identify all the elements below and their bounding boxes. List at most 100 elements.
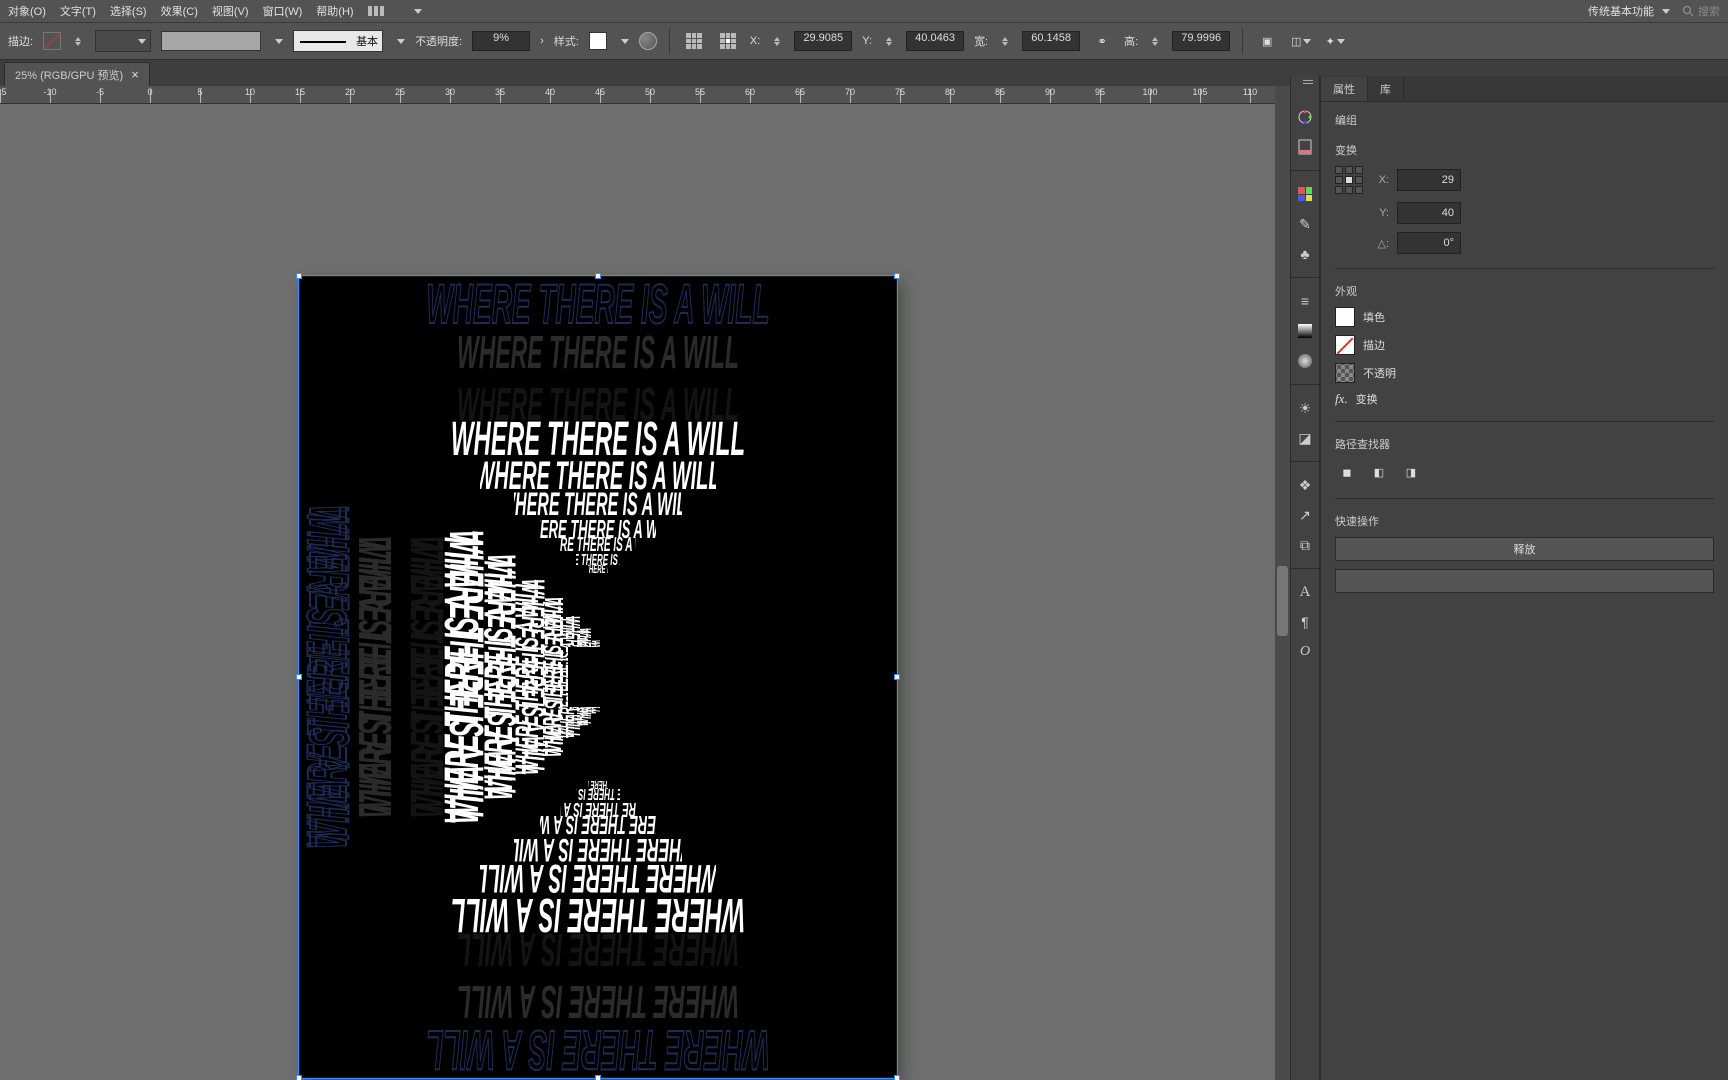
chevron-down-icon[interactable] [621,39,629,44]
fill-swatch[interactable] [1335,307,1355,327]
chevron-down-icon[interactable] [414,9,422,14]
canvas[interactable]: WHERE THERE IS A WILLWHERE THERE IS A WI… [0,104,1290,1080]
brush-definition[interactable]: 基本 [293,30,383,52]
symbols-panel-icon[interactable]: ♣ [1294,242,1316,266]
pathfinder-unite-icon[interactable]: ◼ [1335,460,1359,484]
search-box[interactable]: 搜索 [1682,3,1720,19]
swatches-panel-icon[interactable] [1294,182,1316,206]
opentype-panel-icon[interactable]: O [1294,640,1316,664]
transparency-panel-icon[interactable] [1294,349,1316,373]
stroke-label: 描边 [1363,337,1385,353]
link-wh-icon[interactable]: ⚭ [1090,29,1114,53]
pathfinder-section-title: 路径查找器 [1335,436,1714,452]
document-tab[interactable]: 25% (RGB/GPU 预览) × [4,62,150,86]
menu-type[interactable]: 文字(T) [60,3,96,19]
workspace-label: 传统基本功能 [1588,3,1654,19]
gradient-panel-icon[interactable] [1294,319,1316,343]
chevron-down-icon [138,39,146,44]
opacity-swatch[interactable] [1335,363,1355,383]
menu-window[interactable]: 窗口(W) [263,3,303,19]
paragraph-panel-icon[interactable]: ¶ [1294,610,1316,634]
chevron-down-icon[interactable] [275,39,283,44]
character-panel-icon[interactable]: A [1294,580,1316,604]
tab-title: 25% (RGB/GPU 预览) [15,67,123,83]
vertical-scrollbar[interactable] [1275,86,1290,1080]
h-input[interactable]: 79.9996 [1172,31,1230,51]
graphic-styles-icon[interactable]: ◪ [1294,426,1316,450]
menu-bar: 对象(O) 文字(T) 选择(S) 效果(C) 视图(V) 窗口(W) 帮助(H… [0,0,1728,22]
fx-icon[interactable]: fx. [1335,391,1348,407]
search-placeholder: 搜索 [1698,3,1720,19]
workspace-switcher[interactable]: 传统基本功能 [1588,3,1670,19]
angle-input[interactable]: 0° [1397,232,1461,254]
fill-label: 填色 [1363,309,1385,325]
x-input[interactable]: 29.9085 [794,31,852,51]
appearance-section-title: 外观 [1335,283,1714,299]
stroke-color-field[interactable] [161,31,261,51]
stroke-weight-stepper[interactable] [71,37,85,46]
w-input[interactable]: 60.1458 [1022,31,1080,51]
brush-name: 基本 [356,33,382,49]
menu-view[interactable]: 视图(V) [212,3,249,19]
panel-tabs: 属性 库 [1321,76,1728,102]
color-guide-icon[interactable] [1294,135,1316,159]
recolor-artwork-icon[interactable] [639,32,657,50]
menu-effect[interactable]: 效果(C) [161,3,198,19]
arrange-docs-icon[interactable] [368,4,396,18]
stroke-weight-dropdown[interactable] [95,30,151,52]
isolate-icon[interactable]: ◫ [1289,29,1313,53]
x-stepper[interactable] [770,37,784,46]
y-label: Y: [1371,207,1389,219]
horizontal-ruler[interactable]: -15-10-505101520253035404550556065707580… [0,86,1290,104]
style-label: 样式: [554,33,579,49]
reference-point-grid[interactable] [1335,166,1363,194]
links-panel-icon[interactable]: ↗ [1294,503,1316,527]
shape-mode-icon[interactable]: ▣ [1255,29,1279,53]
menu-help[interactable]: 帮助(H) [316,3,353,19]
x-input[interactable]: 29 [1397,169,1461,191]
layers-panel-icon[interactable]: ❖ [1294,473,1316,497]
opacity-input[interactable]: 9% [472,31,530,51]
artboard[interactable]: WHERE THERE IS A WILLWHERE THERE IS A WI… [300,277,896,1077]
selection-type-label: 编组 [1335,112,1714,128]
brushes-panel-icon[interactable]: ✎ [1294,212,1316,236]
w-label: 宽: [974,33,988,49]
stroke-swatch[interactable] [1335,335,1355,355]
stroke-panel-icon[interactable]: ≡ [1294,289,1316,313]
y-input[interactable]: 40 [1397,202,1461,224]
control-bar: 描边: 基本 不透明度: 9% › 样式: X: 29.9085 Y: 40.0… [0,22,1728,60]
tab-libraries[interactable]: 库 [1368,77,1404,101]
pathfinder-minus-icon[interactable]: ◧ [1367,460,1391,484]
menu-object[interactable]: 对象(O) [8,3,46,19]
appearance-panel-icon[interactable]: ☀ [1294,396,1316,420]
graphic-style-swatch[interactable] [589,32,607,50]
menu-select[interactable]: 选择(S) [110,3,147,19]
opacity-label: 不透明度: [415,33,462,49]
close-icon[interactable]: × [131,67,139,82]
pathfinder-intersect-icon[interactable]: ◨ [1399,460,1423,484]
artboards-panel-icon[interactable]: ⧉ [1294,533,1316,557]
panel-dock: ✎ ♣ ≡ ☀ ◪ ❖ ↗ ⧉ A ¶ O [1290,76,1320,1080]
y-stepper[interactable] [882,37,896,46]
dock-collapse-icon[interactable] [1303,80,1313,84]
h-stepper[interactable] [1148,37,1162,46]
transform-anchor-icon[interactable] [716,29,740,53]
search-icon [1682,5,1694,17]
envelope-icon[interactable]: ✦ [1323,29,1347,53]
x-label: X: [1371,174,1389,186]
scrollbar-thumb[interactable] [1277,566,1288,636]
angle-label: △: [1371,237,1389,250]
release-button[interactable]: 释放 [1335,537,1714,561]
y-input[interactable]: 40.0463 [906,31,964,51]
stroke-label: 描边: [8,33,33,49]
opacity-label: 不透明 [1363,365,1396,381]
tab-properties[interactable]: 属性 [1321,77,1368,101]
transform-section-title: 变换 [1335,142,1714,158]
w-stepper[interactable] [998,37,1012,46]
chevron-down-icon[interactable] [397,39,405,44]
align-icon[interactable] [682,29,706,53]
color-panel-icon[interactable] [1294,105,1316,129]
h-label: 高: [1124,33,1138,49]
stroke-swatch[interactable] [43,32,61,50]
quick-action-button[interactable] [1335,569,1714,593]
